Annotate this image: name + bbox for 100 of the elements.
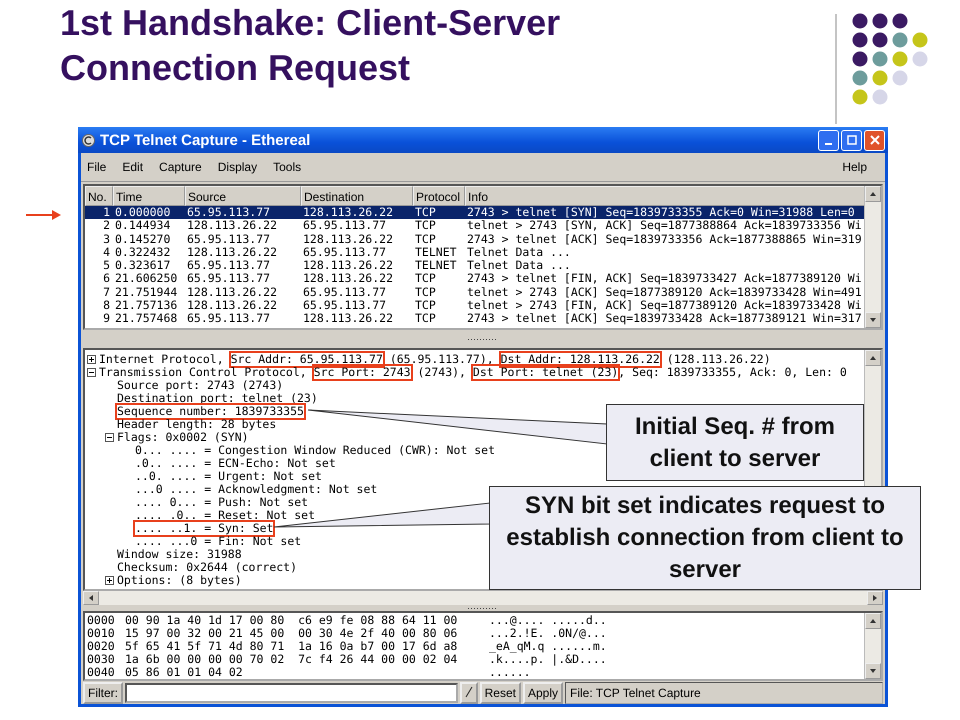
- table-cell-text: 4: [102, 246, 111, 260]
- detail-text: Header length: 28 bytes: [117, 418, 276, 431]
- table-cell-text: Telnet Data ...: [466, 259, 572, 272]
- table-cell-text: 128.113.26.22: [186, 299, 278, 312]
- table-cell-text: 6: [102, 272, 111, 286]
- highlighted-text: Src Port: 2743: [314, 366, 411, 379]
- table-cell-text: TELNET: [414, 246, 458, 260]
- table-cell-text: 65.95.113.77: [302, 299, 388, 312]
- table-cell-text: TELNET: [414, 259, 458, 272]
- table-cell-text: 128.113.26.22: [302, 232, 394, 246]
- table-cell-text: 5: [102, 259, 111, 272]
- table-cell-text: 128.113.26.22: [302, 206, 394, 220]
- table-cell-text: 3: [102, 232, 111, 246]
- table-cell-text: 128.113.26.22: [186, 286, 278, 300]
- table-cell-text: 1: [102, 206, 111, 220]
- table-cell-text: TCP: [414, 219, 437, 233]
- detail-text: (128.113.26.22): [666, 353, 771, 366]
- table-cell-text: 65.95.113.77: [186, 206, 272, 220]
- table-cell-text: 128.113.26.22: [302, 312, 394, 326]
- table-cell-text: TCP: [414, 286, 437, 300]
- table-cell-text: 65.95.113.77: [186, 232, 272, 246]
- table-cell-text: 128.113.26.22: [186, 246, 278, 260]
- table-cell-text: 7: [102, 286, 111, 300]
- callout: Initial Seq. # from client to server: [606, 404, 864, 481]
- detail-text: .... 0... = Push: Not set: [135, 496, 308, 509]
- table-cell-text: 65.95.113.77: [186, 259, 272, 272]
- table-cell-text: TCP: [414, 232, 437, 246]
- table-cell-text: TCP: [414, 206, 437, 220]
- table-cell-text: 21.606250: [114, 272, 178, 286]
- detail-text: .... .0.. = Reset: Not set: [135, 509, 316, 522]
- detail-text: Flags: 0x0002 (SYN): [117, 431, 249, 444]
- hex-ascii: ...2.!E. .0N/@...: [489, 627, 607, 640]
- table-cell-text: 2: [102, 219, 111, 233]
- table-cell-text: 21.751944: [114, 286, 178, 300]
- table-cell-text: Telnet Data ...: [466, 246, 572, 260]
- status-text: File: TCP Telnet Capture: [565, 682, 883, 704]
- detail-text: (65.95.113.77),: [388, 353, 495, 366]
- detail-text: ...0 .... = Acknowledgment: Not set: [135, 483, 378, 496]
- slide-title: Connection Request: [60, 46, 410, 90]
- highlighted-text: .... ..1. = Syn: Set: [135, 522, 274, 535]
- detail-text: Transmission Control Protocol,: [99, 366, 308, 379]
- table-cell-text: 65.95.113.77: [186, 312, 272, 326]
- hex-bytes: 00 90 1a 40 1d 17 00 80 c6 e9 fe 08 88 64 11 00: [125, 614, 458, 627]
- hex-offset: 0020: [86, 640, 116, 653]
- detail-text: Checksum: 0x2644 (correct): [117, 561, 298, 574]
- highlighted-text: Sequence number: 1839733355: [117, 405, 304, 418]
- highlighted-text: Dst Port: telnet (23): [472, 366, 618, 379]
- detail-text: ..0. .... = Urgent: Not set: [135, 470, 322, 483]
- table-cell-text: 65.95.113.77: [186, 272, 272, 286]
- table-cell-text: TCP: [414, 272, 437, 286]
- table-cell-text: 65.95.113.77: [302, 246, 388, 260]
- detail-text: .... ...0 = Fin: Not set: [135, 535, 302, 548]
- detail-text: .0.. .... = ECN-Echo: Not set: [135, 457, 336, 470]
- table-cell-text: 2743 > telnet [FIN, ACK] Seq=1839733427 Ack=1877389120 Wi: [466, 272, 863, 286]
- hex-offset: 0000: [86, 614, 116, 627]
- table-cell-text: telnet > 2743 [FIN, ACK] Seq=1877389120 Ack=1839733428 Wi: [466, 299, 863, 312]
- detail-text: , Seq: 1839733355, Ack: 0, Len: 0: [618, 366, 847, 379]
- table-cell-text: 128.113.26.22: [186, 219, 278, 233]
- highlighted-text: Dst Addr: 128.113.26.22: [500, 353, 660, 366]
- hex-bytes: 15 97 00 32 00 21 45 00 00 30 4e 2f 40 00 80 06: [125, 627, 458, 640]
- detail-text: Internet Protocol,: [99, 353, 225, 366]
- table-cell-text: 128.113.26.22: [302, 259, 394, 272]
- table-cell-text: 0.000000: [114, 206, 172, 220]
- table-cell-text: 21.757468: [114, 312, 178, 326]
- highlighted-text: Src Addr: 65.95.113.77: [230, 353, 383, 366]
- window-title: TCP Telnet Capture - Ethereal: [100, 132, 312, 148]
- table-cell-text: 0.145270: [114, 232, 172, 246]
- callout: SYN bit set indicates request to establish connection from client to server: [489, 486, 921, 590]
- hex-bytes: 1a 6b 00 00 00 00 70 02 7c f4 26 44 00 00 02 04: [125, 653, 458, 666]
- table-cell-text: 21.757136: [114, 299, 178, 312]
- detail-text: Window size: 31988: [117, 548, 242, 561]
- slide-title: 1st Handshake: Client-Server: [60, 1, 560, 45]
- table-cell-text: 2743 > telnet [ACK] Seq=1839733428 Ack=1877389121 Win=317: [466, 312, 863, 326]
- table-cell-text: 65.95.113.77: [302, 219, 388, 233]
- table-cell-text: 2743 > telnet [SYN] Seq=1839733355 Ack=0 Win=31988 Len=0: [466, 206, 856, 220]
- table-cell-text: TCP: [414, 299, 437, 312]
- hex-ascii: _eA_qM.q ......m.: [489, 640, 607, 653]
- hex-ascii: ...@.... .....d..: [489, 614, 607, 627]
- table-cell-text: 0.322432: [114, 246, 172, 260]
- hex-offset: 0010: [86, 627, 116, 640]
- hex-ascii: .k....p. |.&D....: [489, 653, 607, 666]
- table-cell-text: 9: [102, 312, 111, 326]
- hex-bytes: 5f 65 41 5f 71 4d 80 71 1a 16 0a b7 00 17 6d a8: [125, 640, 458, 653]
- table-cell-text: 0.144934: [114, 219, 172, 233]
- detail-text: (2743),: [416, 366, 467, 379]
- table-cell-text: 65.95.113.77: [302, 286, 388, 300]
- hex-bytes: 05 86 01 01 04 02: [125, 666, 244, 679]
- table-cell-text: 2743 > telnet [ACK] Seq=1839733356 Ack=1877388865 Win=319: [466, 232, 863, 246]
- hex-offset: 0040: [86, 666, 116, 679]
- table-cell-text: 0.323617: [114, 259, 172, 272]
- hex-offset: 0030: [86, 653, 116, 666]
- detail-text: Options: (8 bytes): [117, 574, 242, 587]
- table-cell-text: TCP: [414, 312, 437, 326]
- detail-text: 0... .... = Congestion Window Reduced (CWR): Not set: [135, 444, 496, 457]
- hex-ascii: ......: [489, 666, 531, 679]
- table-cell-text: telnet > 2743 [SYN, ACK] Seq=1877388864 Ack=1839733356 Wi: [466, 219, 863, 233]
- table-cell-text: 8: [102, 299, 111, 312]
- table-cell-text: 128.113.26.22: [302, 272, 394, 286]
- table-cell-text: telnet > 2743 [ACK] Seq=1877389120 Ack=1839733428 Win=491: [466, 286, 863, 300]
- detail-text: Destination port: telnet (23): [117, 392, 318, 405]
